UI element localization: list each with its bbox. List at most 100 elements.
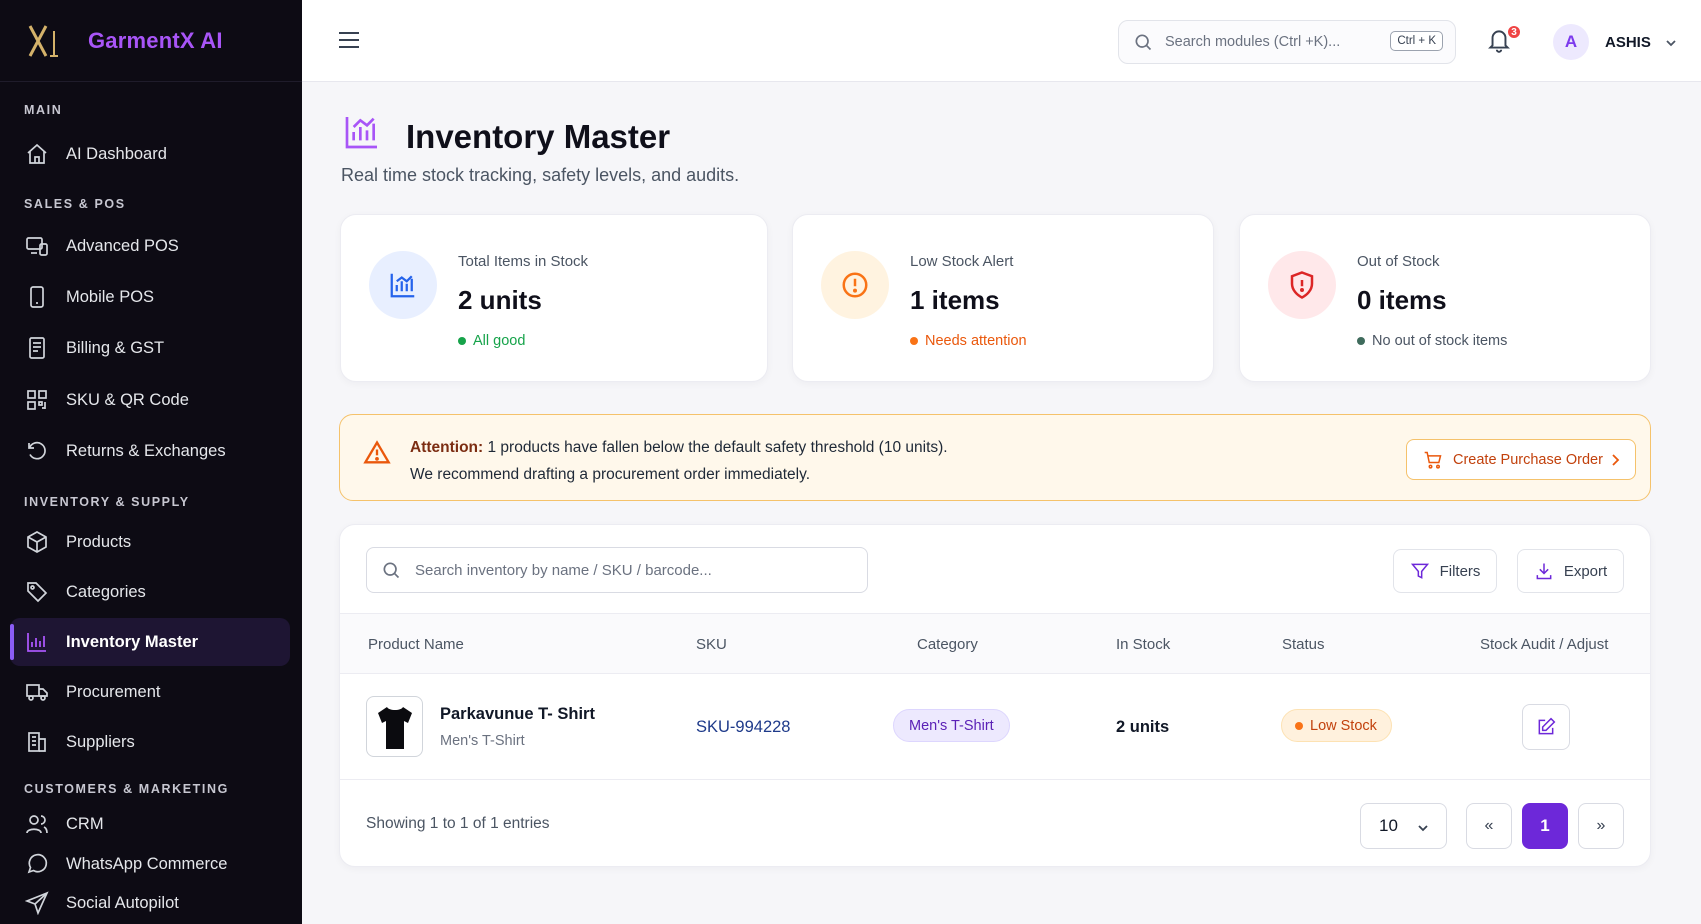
receipt-icon [24,335,50,361]
building-icon [24,729,50,755]
nav-section-customers: CUSTOMERS & MARKETING [24,782,229,796]
stock-adjust-button[interactable] [1522,704,1570,750]
truck-icon [24,679,50,705]
sidebar-item-label: Social Autopilot [66,893,179,912]
alert-text: 1 products have fallen below the default… [487,439,948,456]
status-dot [1295,721,1303,730]
stat-value: 0 items [1357,285,1447,315]
brand-logo [26,20,68,62]
module-search-input[interactable]: Search modules (Ctrl +K)... Ctrl + K [1118,20,1456,64]
status-dot [458,337,466,345]
page-size-value: 10 [1379,816,1398,835]
pos-devices-icon [24,233,50,259]
inventory-chart-icon [342,112,384,154]
topbar: Search modules (Ctrl +K)... Ctrl + K 3 A… [302,0,1701,82]
column-header-status[interactable]: Status [1282,636,1325,653]
sidebar-item-label: Suppliers [66,732,135,751]
stat-label: Out of Stock [1357,253,1440,270]
sidebar-item-label: Mobile POS [66,287,155,306]
stat-card-out-of-stock: Out of Stock 0 items No out of stock ite… [1239,214,1651,382]
home-icon [24,141,50,167]
stat-note-text: Needs attention [925,333,1027,349]
page-1-button[interactable]: 1 [1522,803,1568,849]
chevron-down-icon [1418,825,1428,832]
mobile-icon [24,284,50,310]
rotate-ccw-icon [24,438,50,464]
users-icon [24,811,50,837]
create-purchase-order-button[interactable]: Create Purchase Order [1406,439,1636,480]
status-dot [1357,337,1365,345]
brand[interactable]: GarmentX AI [0,0,302,82]
cart-icon [1424,451,1442,469]
sidebar-item-advanced-pos[interactable]: Advanced POS [10,222,290,270]
sidebar-item-social-autopilot[interactable]: Social Autopilot [10,879,290,924]
stat-card-total: Total Items in Stock 2 units All good [340,214,768,382]
warning-triangle-icon [363,439,393,469]
stat-note: Needs attention [910,333,1027,349]
inventory-search-placeholder: Search inventory by name / SKU / barcode… [415,561,712,579]
prev-page-button[interactable]: « [1466,803,1512,849]
sidebar-item-billing-gst[interactable]: Billing & GST [10,324,290,372]
pagination-summary: Showing 1 to 1 of 1 entries [366,815,550,832]
edit-icon [1538,717,1556,735]
status-dot [910,337,918,345]
low-stock-alert-banner: Attention: 1 products have fallen below … [339,414,1651,501]
qr-code-icon [24,387,50,413]
table-header: Product Name SKU Category In Stock Statu… [340,613,1650,674]
in-stock-value: 2 units [1116,718,1170,736]
filters-button[interactable]: Filters [1393,549,1497,593]
sidebar-item-suppliers[interactable]: Suppliers [10,718,290,766]
next-page-button[interactable]: » [1578,803,1624,849]
stat-label: Total Items in Stock [458,253,589,270]
page-size-select[interactable]: 10 [1360,803,1447,849]
sidebar-item-label: Advanced POS [66,236,179,255]
stat-card-low-stock: Low Stock Alert 1 items Needs attention [792,214,1214,382]
column-header-product[interactable]: Product Name [368,636,464,653]
stat-note: No out of stock items [1357,333,1507,349]
sidebar-item-mobile-pos[interactable]: Mobile POS [10,273,290,321]
column-header-in-stock[interactable]: In Stock [1116,636,1170,653]
sidebar-item-procurement[interactable]: Procurement [10,668,290,716]
sidebar-item-sku-qr[interactable]: SKU & QR Code [10,376,290,424]
sidebar-item-returns[interactable]: Returns & Exchanges [10,427,290,475]
export-button[interactable]: Export [1517,549,1624,593]
chevron-down-icon[interactable] [1664,36,1678,50]
sidebar-item-categories[interactable]: Categories [10,568,290,616]
download-icon [1536,563,1552,580]
product-thumbnail [366,696,423,757]
sidebar-item-inventory-master[interactable]: Inventory Master [10,618,290,666]
whatsapp-icon [24,851,50,877]
search-icon [1135,34,1152,51]
tag-icon [24,579,50,605]
sidebar-item-label: AI Dashboard [66,144,167,163]
alert-message: Attention: 1 products have fallen below … [410,439,948,457]
table-row[interactable]: Parkavunue T- Shirt Men's T-Shirt SKU-99… [340,674,1650,780]
status-label: Low Stock [1310,717,1377,734]
search-icon [383,562,400,579]
category-badge: Men's T-Shirt [893,709,1010,742]
stat-note-text: All good [473,333,526,349]
alert-title: Attention: [410,439,484,456]
sidebar-item-label: WhatsApp Commerce [66,854,228,873]
username[interactable]: ASHIS [1605,34,1651,51]
menu-icon[interactable] [338,30,360,52]
shield-alert-icon [1268,251,1336,319]
column-header-category[interactable]: Category [917,636,978,653]
sidebar-item-products[interactable]: Products [10,518,290,566]
product-name[interactable]: Parkavunue T- Shirt [440,705,595,724]
shortcut-badge: Ctrl + K [1390,31,1443,51]
filter-icon [1410,563,1429,579]
stat-value: 1 items [910,285,1000,315]
send-icon [24,890,50,916]
inventory-table-card: Search inventory by name / SKU / barcode… [339,524,1651,867]
export-label: Export [1563,562,1608,580]
stat-value: 2 units [458,285,542,315]
nav-section-sales: SALES & POS [24,197,126,211]
page-title: Inventory Master [406,118,671,155]
sidebar-item-ai-dashboard[interactable]: AI Dashboard [10,130,290,178]
nav-section-inventory: INVENTORY & SUPPLY [24,495,190,509]
column-header-stock-audit[interactable]: Stock Audit / Adjust [1480,636,1608,653]
inventory-search-input[interactable]: Search inventory by name / SKU / barcode… [366,547,868,593]
column-header-sku[interactable]: SKU [696,636,727,653]
avatar[interactable]: A [1553,24,1589,60]
